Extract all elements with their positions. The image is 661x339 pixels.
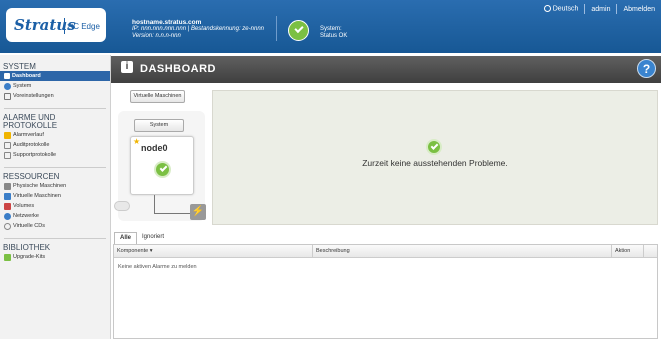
- connector-line: [154, 213, 192, 214]
- system-label: System:: [320, 26, 342, 32]
- sidebar-item-physical-machines[interactable]: Physische Maschinen: [0, 181, 110, 191]
- header-divider: [276, 16, 277, 41]
- hostname: hostname.stratus.com: [132, 19, 202, 26]
- status-panel: Zurzeit keine ausstehenden Probleme.: [212, 90, 658, 225]
- section-title-resources: RESSOURCEN: [3, 172, 60, 181]
- globe-icon: [543, 5, 551, 13]
- preferences-icon: [4, 92, 11, 100]
- sidebar-item-label: Virtuelle Maschinen: [13, 193, 61, 199]
- empty-table-message: Keine aktiven Alarme zu melden: [118, 264, 197, 270]
- sidebar-item-preferences[interactable]: Voreinstellungen: [0, 91, 110, 101]
- logo-divider: [64, 18, 65, 34]
- stratus-logo: Stratus ztC Edge: [6, 8, 106, 42]
- sidebar-divider: [4, 167, 106, 168]
- physical-machine-icon: [4, 182, 11, 190]
- ip-line: IP: nnn.nnn.nnn.nnn | Bestandskennung: z…: [132, 26, 264, 32]
- alarm-icon: [4, 131, 11, 139]
- tab-ignored[interactable]: Ignoriert: [137, 232, 169, 244]
- system-status: System: Status OK: [320, 26, 347, 40]
- sidebar-item-label: System: [13, 83, 32, 89]
- language-label: Deutsch: [552, 5, 579, 13]
- header-bar: Stratus ztC Edge hostname.stratus.com IP…: [0, 0, 661, 53]
- dashboard-icon: [4, 73, 10, 79]
- sidebar: SYSTEM Dashboard System Voreinstellungen…: [0, 55, 111, 339]
- sidebar-item-dashboard[interactable]: Dashboard: [0, 71, 110, 81]
- primary-star-icon: ★: [133, 137, 141, 146]
- alarm-table: Komponente ▾ Beschreibung Aktion Keine a…: [113, 244, 658, 339]
- sidebar-item-label: Alarmverlauf: [13, 132, 44, 138]
- system-icon: [4, 82, 11, 90]
- sidebar-item-virtual-cds[interactable]: Virtuelle CDs: [0, 221, 110, 231]
- support-log-icon: [4, 151, 11, 159]
- user-link[interactable]: admin: [585, 6, 616, 13]
- sidebar-item-label: Auditprotokolle: [13, 142, 50, 148]
- system-button[interactable]: System: [134, 119, 184, 132]
- sidebar-item-label: Volumes: [13, 203, 35, 209]
- sidebar-item-volumes[interactable]: Volumes: [0, 201, 110, 211]
- plug-icon: ⚡: [190, 204, 206, 220]
- cd-icon: [4, 222, 11, 230]
- column-divider: [312, 245, 313, 257]
- column-component[interactable]: Komponente ▾: [117, 248, 152, 254]
- table-header: Komponente ▾ Beschreibung Aktion: [114, 245, 657, 258]
- version-line: Version: n.n.n-nnn: [132, 33, 181, 39]
- sidebar-divider: [4, 238, 106, 239]
- connector-line: [154, 195, 155, 213]
- sidebar-item-label: Virtuelle CDs: [13, 223, 45, 229]
- upgrade-kit-icon: [4, 253, 11, 261]
- system-diagram: Virtuelle Maschinen System ★ node0 ⚡: [112, 89, 209, 223]
- sidebar-item-system[interactable]: System: [0, 81, 110, 91]
- sidebar-item-virtual-machines[interactable]: Virtuelle Maschinen: [0, 191, 110, 201]
- cloud-icon: [114, 201, 130, 211]
- help-icon[interactable]: ?: [637, 59, 656, 78]
- system-status-text: Status OK: [320, 33, 348, 39]
- tab-all[interactable]: Alle: [114, 232, 138, 244]
- sidebar-item-label: Physische Maschinen: [13, 183, 67, 189]
- section-title-alarms: ALARME UND PROTOKOLLE: [3, 113, 58, 130]
- network-icon: [4, 212, 11, 220]
- sidebar-item-label: Voreinstellungen: [13, 93, 54, 99]
- ok-check-icon: [426, 139, 442, 155]
- sidebar-item-label: Netzwerke: [13, 213, 39, 219]
- section-title-library: BIBLIOTHEK: [3, 243, 51, 252]
- sidebar-item-alarm-history[interactable]: Alarmverlauf: [0, 130, 110, 140]
- virtual-machines-button[interactable]: Virtuelle Maschinen: [130, 90, 185, 103]
- virtual-machine-icon: [4, 192, 11, 200]
- product-name: ztC Edge: [67, 22, 100, 31]
- sidebar-item-label: Upgrade-Kits: [13, 254, 46, 260]
- column-divider: [611, 245, 612, 257]
- host-info: hostname.stratus.com IP: nnn.nnn.nnn.nnn…: [132, 19, 264, 40]
- sidebar-item-label: Dashboard: [12, 73, 41, 79]
- sidebar-divider: [4, 108, 106, 109]
- audit-log-icon: [4, 141, 11, 149]
- system-ok-icon: [288, 20, 309, 41]
- volume-icon: [4, 202, 11, 210]
- section-title-system: SYSTEM: [3, 62, 36, 71]
- sidebar-item-support-logs[interactable]: Supportprotokolle: [0, 150, 110, 160]
- top-nav: Deutsch admin Abmelden: [538, 3, 661, 15]
- column-divider: [643, 245, 644, 257]
- sidebar-item-label: Supportprotokolle: [13, 152, 57, 158]
- column-action[interactable]: Aktion: [615, 248, 630, 254]
- status-message: Zurzeit keine ausstehenden Probleme.: [362, 158, 508, 168]
- column-description[interactable]: Beschreibung: [316, 248, 350, 254]
- sidebar-item-upgrade-kits[interactable]: Upgrade-Kits: [0, 252, 110, 262]
- page-title-bar: i DASHBOARD ?: [111, 56, 661, 83]
- node-card[interactable]: ★ node0: [130, 136, 194, 195]
- alarm-tabs: Alle Ignoriert: [114, 232, 169, 244]
- page-title: DASHBOARD: [140, 63, 216, 75]
- sidebar-item-networks[interactable]: Netzwerke: [0, 211, 110, 221]
- logout-link[interactable]: Abmelden: [617, 6, 661, 13]
- info-icon: i: [121, 61, 133, 73]
- node-ok-icon: [154, 161, 171, 178]
- language-link[interactable]: Deutsch: [538, 5, 585, 13]
- node-name: node0: [141, 143, 168, 153]
- sidebar-item-audit-logs[interactable]: Auditprotokolle: [0, 140, 110, 150]
